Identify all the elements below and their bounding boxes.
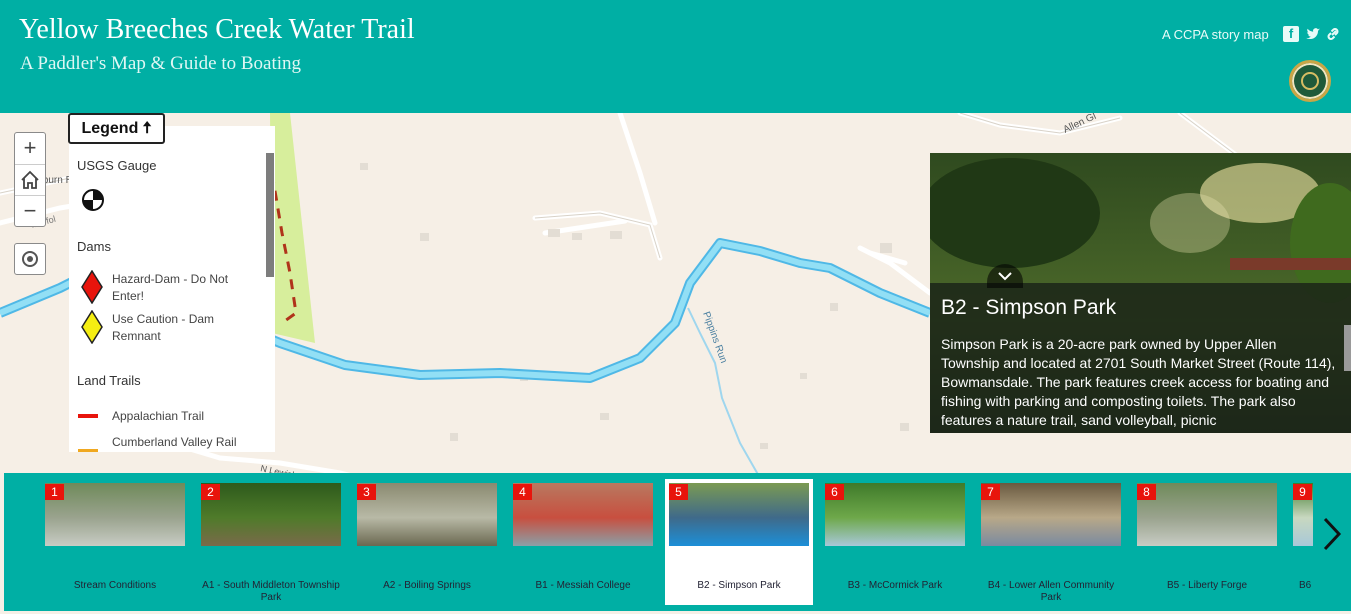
page-subtitle: A Paddler's Map & Guide to Boating (20, 53, 302, 74)
legend-item-caution-dam: Use Caution - Dam Remnant (112, 312, 215, 343)
cv-rail-swatch (78, 449, 98, 452)
carousel-item-number: 4 (513, 484, 532, 500)
county-seal-logo (1289, 60, 1331, 102)
storymap-link[interactable]: A CCPA story map (1162, 27, 1269, 42)
carousel-thumbnail[interactable] (1137, 483, 1277, 546)
zoom-out-button[interactable]: − (15, 195, 45, 226)
legend-item-hazard-dam: Hazard-Dam - Do Not Enter! (112, 272, 229, 303)
story-body: Simpson Park is a 20-acre park owned by … (941, 336, 1336, 428)
zoom-controls: + − (14, 132, 46, 227)
appalachian-trail-swatch (78, 414, 98, 418)
story-title: B2 - Simpson Park (941, 296, 1117, 319)
carousel-thumbnail[interactable] (201, 483, 341, 546)
carousel-item-number: 3 (357, 484, 376, 500)
hazard-dam-icon (81, 270, 103, 304)
story-scrollbar[interactable] (1344, 325, 1351, 371)
carousel-thumbnail[interactable] (825, 483, 965, 546)
story-header: Yellow Breeches Creek Water Trail A Padd… (0, 0, 1351, 113)
legend-item-cv-rail: Cumberland Valley Rail (112, 435, 237, 449)
carousel-thumbnail[interactable] (513, 483, 653, 546)
home-icon (21, 170, 39, 189)
carousel-item-caption[interactable]: B6 (1299, 580, 1319, 592)
carousel-item-caption[interactable]: A1 - South Middleton Township Park (201, 580, 341, 604)
carousel-next-button[interactable] (1317, 516, 1347, 556)
carousel-item-number: 8 (1137, 484, 1156, 500)
carousel-item-caption[interactable]: Stream Conditions (45, 580, 185, 592)
legend-heading-dams: Dams (77, 239, 111, 254)
facebook-icon[interactable]: f (1283, 26, 1299, 42)
carousel-item-caption[interactable]: B2 - Simpson Park (669, 580, 809, 592)
carousel-item-caption[interactable]: B3 - McCormick Park (825, 580, 965, 592)
chevron-right-icon (1323, 517, 1342, 551)
carousel-item-number: 1 (45, 484, 64, 500)
caution-dam-icon (81, 310, 103, 344)
home-button[interactable] (15, 164, 45, 195)
locate-button[interactable] (14, 243, 46, 275)
usgs-gauge-icon (82, 189, 104, 211)
twitter-icon[interactable] (1305, 26, 1321, 42)
legend-panel: USGS Gauge Dams Hazard-Dam - Do Not Ente… (69, 126, 275, 452)
carousel-item-number: 5 (669, 484, 688, 500)
legend-heading-usgs: USGS Gauge (77, 158, 157, 173)
carousel-thumbnail[interactable] (669, 483, 809, 546)
legend-item-appalachian: Appalachian Trail (112, 409, 205, 423)
carousel-item-caption[interactable]: B1 - Messiah College (513, 580, 653, 592)
carousel-item-caption[interactable]: A2 - Boiling Springs (357, 580, 497, 592)
legend-heading-land-trails: Land Trails (77, 373, 141, 388)
carousel-item-number: 6 (825, 484, 844, 500)
carousel-item-number: 2 (201, 484, 220, 500)
chevron-down-icon (998, 272, 1012, 281)
legend-toggle-button[interactable]: Legend 🠅 (68, 113, 165, 144)
link-icon[interactable] (1325, 26, 1341, 42)
carousel-item-number: 7 (981, 484, 1000, 500)
carousel-item-number: 9 (1293, 484, 1312, 500)
carousel-thumbnail[interactable] (45, 483, 185, 546)
zoom-in-button[interactable]: + (15, 133, 45, 164)
carousel-thumbnail[interactable] (357, 483, 497, 546)
carousel-item-caption[interactable]: B5 - Liberty Forge (1137, 580, 1277, 592)
legend-scrollbar[interactable] (266, 153, 274, 277)
page-title: Yellow Breeches Creek Water Trail (19, 14, 415, 45)
carousel-item-caption[interactable]: B4 - Lower Allen Community Park (981, 580, 1121, 604)
carousel-thumbnail[interactable] (981, 483, 1121, 546)
